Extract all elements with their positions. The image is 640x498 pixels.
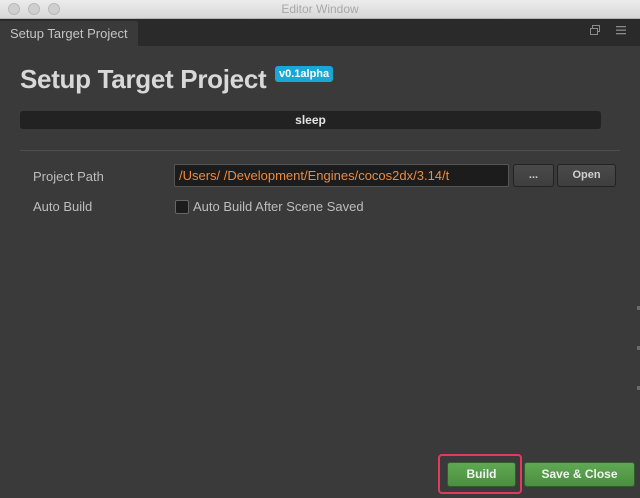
project-path-label: Project Path — [33, 169, 104, 184]
restore-icon[interactable] — [588, 24, 602, 40]
divider — [20, 150, 620, 151]
page-title: Setup Target Project — [20, 64, 267, 94]
auto-build-checkbox-label[interactable]: Auto Build After Scene Saved — [193, 199, 364, 214]
project-path-input[interactable]: /Users/ /Development/Engines/cocos2dx/3.… — [174, 164, 509, 187]
auto-build-label: Auto Build — [33, 199, 93, 214]
tab-strip: Setup Target Project — [0, 19, 640, 46]
build-button[interactable]: Build — [447, 462, 516, 487]
project-path-value: /Users/ /Development/Engines/cocos2dx/3.… — [179, 168, 450, 183]
tab-setup-target-project[interactable]: Setup Target Project — [0, 21, 138, 46]
status-bar: sleep — [20, 111, 601, 129]
auto-build-checkbox[interactable] — [175, 200, 189, 214]
title-bar: Editor Window — [0, 0, 640, 19]
version-badge: v0.1alpha — [275, 66, 334, 82]
open-button[interactable]: Open — [557, 164, 616, 187]
menu-icon[interactable] — [614, 24, 628, 40]
browse-button[interactable]: ... — [513, 164, 554, 187]
save-and-close-button[interactable]: Save & Close — [524, 462, 635, 487]
editor-window: Editor Window Setup Target Project Setup… — [0, 0, 640, 498]
window-title: Editor Window — [281, 2, 359, 16]
